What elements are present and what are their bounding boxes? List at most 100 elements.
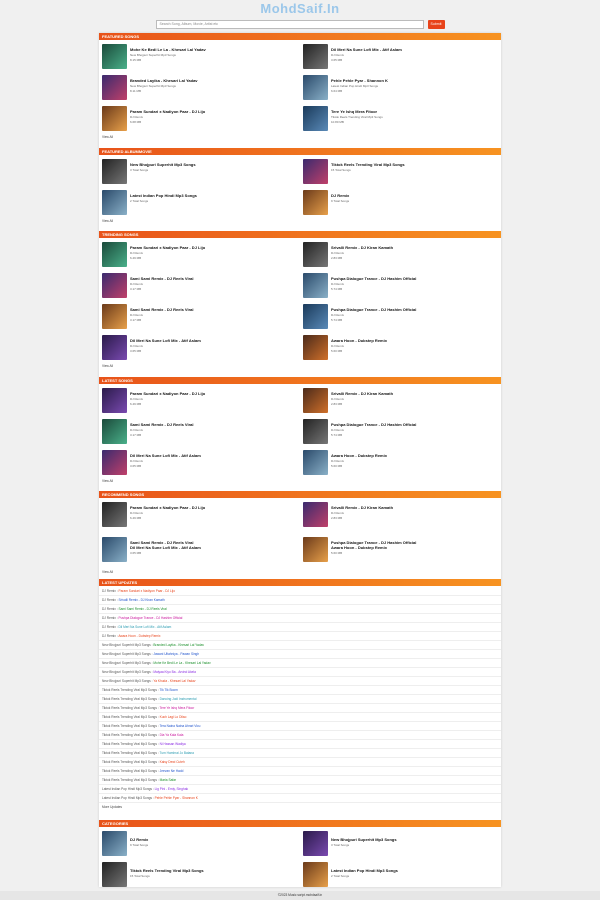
cover-thumbnail[interactable] — [303, 273, 328, 298]
cover-thumbnail[interactable] — [102, 44, 127, 69]
list-item[interactable]: Dil Meri Na Sune Lofi Mix - Atif Aslam DJ… — [300, 41, 500, 72]
cover-thumbnail[interactable] — [102, 502, 127, 527]
item-title[interactable]: Sami Sami Remix - DJ Reels Viral — [130, 422, 194, 427]
item-title[interactable]: Pushpa Dialogue Trance - DJ Hashim Offic… — [331, 276, 416, 281]
item-title[interactable]: Srivalli Remix - DJ Kiran Kamath — [331, 391, 393, 396]
update-link[interactable]: Ni Hassan Wadiya — [160, 742, 186, 746]
list-item[interactable]: Tere Ye Ishq Mera Fitoor Tiktok Reels Tre… — [300, 103, 500, 134]
list-item[interactable]: Pushpa Dialogue Trance - DJ Hashim Offic… — [300, 534, 500, 565]
item-title[interactable]: Mohe Ke Bedi Le La - Khesari Lal Yadav — [130, 47, 206, 52]
list-item[interactable]: Pushpa Dialogue Trance - DJ Hashim Offic… — [300, 301, 500, 332]
list-item[interactable]: Srivalli Remix - DJ Kiran Kamath DJ Remix… — [300, 499, 500, 530]
list-item[interactable]: Srivalli Remix - DJ Kiran Kamath DJ Remix… — [300, 385, 500, 416]
update-link[interactable]: Tera Naina Naina Ahrari Vicu — [160, 724, 201, 728]
update-link[interactable]: Tere Ye Ishq Mera Fitoor — [160, 706, 195, 710]
update-row[interactable]: New Bhojpuri Superhit Mp3 Songs : Ya Khu… — [99, 677, 501, 686]
item-title[interactable]: Latest Indian Pop Hindi Mp3 Songs — [130, 193, 197, 198]
update-row[interactable]: Tiktok Reels Trending Viral Mp3 Songs : … — [99, 749, 501, 758]
list-item[interactable]: Mohe Ke Bedi Le La - Khesari Lal Yadav Ne… — [99, 41, 299, 72]
item-title[interactable]: Sami Sami Remix - DJ Reels Viral — [130, 276, 194, 281]
update-row[interactable]: DJ Remix : Sami Sami Remix - DJ Reels Vi… — [99, 605, 501, 614]
cover-thumbnail[interactable] — [102, 419, 127, 444]
update-row[interactable]: DJ Remix : Param Sundari x Nadiyon Paar … — [99, 587, 501, 596]
list-item[interactable]: Param Sundari x Nadiyon Paar - DJ Lijo DJ… — [99, 385, 299, 416]
cover-thumbnail[interactable] — [102, 242, 127, 267]
category-thumbnail[interactable] — [102, 862, 127, 887]
category-title[interactable]: Tiktok Reels Trending Viral Mp3 Songs — [130, 868, 204, 873]
view-all-link[interactable]: View All — [102, 219, 113, 223]
list-item[interactable]: Sami Sami Remix - DJ Reels Viral DJ Remix… — [99, 301, 299, 332]
cover-thumbnail[interactable] — [303, 419, 328, 444]
item-title[interactable]: Pushpa Dialogue Trance - DJ Hashim Offic… — [331, 422, 416, 427]
search-input[interactable]: Search Song, Album, Movie, Artist etc — [155, 19, 424, 29]
update-link[interactable]: Jawani Ultahniya - Pawan Singh — [153, 652, 199, 656]
update-link[interactable]: Kaisy Dewi Cuteh — [160, 760, 185, 764]
cover-thumbnail[interactable] — [303, 450, 328, 475]
list-item[interactable]: Latest Indian Pop Hindi Mp3 Songs 2 Total… — [99, 187, 299, 218]
list-item[interactable]: Sami Sami Remix - DJ Reels Viral Dil Meri… — [99, 534, 299, 565]
list-item[interactable]: Sami Sami Remix - DJ Reels Viral DJ Remix… — [99, 270, 299, 301]
category-thumbnail[interactable] — [303, 831, 328, 856]
update-row[interactable]: Tiktok Reels Trending Viral Mp3 Songs : … — [99, 731, 501, 740]
update-link[interactable]: Tum Hamhrai Jo Batana — [160, 751, 194, 755]
cover-thumbnail[interactable] — [303, 304, 328, 329]
list-item[interactable]: Branded Layika - Khesari Lal Yadav New Bh… — [99, 72, 299, 103]
update-link[interactable]: Maiyaa Kiyo Ba - Arvind Akela — [153, 670, 196, 674]
update-row[interactable]: New Bhojpuri Superhit Mp3 Songs : Maiyaa… — [99, 668, 501, 677]
category-thumbnail[interactable] — [303, 862, 328, 887]
item-title[interactable]: Pehle Pehle Pyar - Shannon K — [331, 78, 388, 83]
view-all-link[interactable]: View All — [102, 135, 113, 139]
cover-thumbnail[interactable] — [303, 335, 328, 360]
view-all-link[interactable]: View All — [102, 479, 113, 483]
cover-thumbnail[interactable] — [102, 190, 127, 215]
category-item[interactable]: Tiktok Reels Trending Viral Mp3 Songs 15 … — [99, 859, 299, 890]
list-item[interactable]: Awara Hoon - Dubstep Remix DJ Remix 5.60 M… — [300, 447, 500, 478]
view-all-link[interactable]: View All — [102, 570, 113, 574]
update-link[interactable]: Dancing Jodi Instrumental — [160, 697, 197, 701]
update-link[interactable]: Awara Hoon - Dubstep Remix — [118, 634, 160, 638]
cover-thumbnail[interactable] — [102, 75, 127, 100]
item-title[interactable]: Srivalli Remix - DJ Kiran Kamath — [331, 245, 393, 250]
item-title[interactable]: Tere Ye Ishq Mera Fitoor — [331, 109, 377, 114]
cover-thumbnail[interactable] — [102, 304, 127, 329]
cover-thumbnail[interactable] — [303, 388, 328, 413]
cover-thumbnail[interactable] — [303, 75, 328, 100]
item-title[interactable]: Param Sundari x Nadiyon Paar - DJ Lijo — [130, 245, 205, 250]
item-title[interactable]: Param Sundari x Nadiyon Paar - DJ Lijo — [130, 505, 205, 510]
list-item[interactable]: Sami Sami Remix - DJ Reels Viral DJ Remix… — [99, 416, 299, 447]
cover-thumbnail[interactable] — [102, 106, 127, 131]
update-row[interactable]: Tiktok Reels Trending Viral Mp3 Songs : … — [99, 713, 501, 722]
update-row[interactable]: New Bhojpuri Superhit Mp3 Songs : Brande… — [99, 641, 501, 650]
update-row[interactable]: DJ Remix : Awara Hoon - Dubstep Remix — [99, 632, 501, 641]
update-link[interactable]: Dil Meri Na Sune Lofi Mix - Atif Aslam — [118, 625, 171, 629]
cover-thumbnail[interactable] — [102, 159, 127, 184]
list-item[interactable]: Dil Meri Na Sune Lofi Mix - Atif Aslam DJ… — [99, 447, 299, 478]
category-title[interactable]: DJ Remix — [130, 837, 148, 842]
update-row[interactable]: Latest Indian Pop Hindi Mp3 Songs : Pehl… — [99, 794, 501, 803]
update-row[interactable]: DJ Remix : Pushpa Dialogue Trance - DJ H… — [99, 614, 501, 623]
item-title[interactable]: Dil Meri Na Sune Lofi Mix - Atif Aslam — [130, 453, 201, 458]
update-row[interactable]: Tiktok Reels Trending Viral Mp3 Songs : … — [99, 695, 501, 704]
cover-thumbnail[interactable] — [303, 106, 328, 131]
update-row[interactable]: New Bhojpuri Superhit Mp3 Songs : Mohe K… — [99, 659, 501, 668]
update-link[interactable]: Branded Layika - Khesari Lal Yadav — [153, 643, 204, 647]
update-link[interactable]: Maria Safar — [160, 778, 176, 782]
cover-thumbnail[interactable] — [102, 335, 127, 360]
item-title[interactable]: New Bhojpuri Superhit Mp3 Songs — [130, 162, 196, 167]
search-submit-button[interactable]: Submit — [427, 19, 445, 29]
update-row[interactable]: Tiktok Reels Trending Viral Mp3 Songs : … — [99, 776, 501, 785]
cover-thumbnail[interactable] — [303, 502, 328, 527]
category-item[interactable]: DJ Remix 9 Total Songs — [99, 828, 299, 859]
category-item[interactable]: New Bhojpuri Superhit Mp3 Songs 3 Total S… — [300, 828, 500, 859]
update-row[interactable]: Tiktok Reels Trending Viral Mp3 Songs : … — [99, 758, 501, 767]
update-row[interactable]: Tiktok Reels Trending Viral Mp3 Songs : … — [99, 686, 501, 695]
update-link[interactable]: Ya Khuda - Khesari Lal Yadav — [153, 679, 195, 683]
update-row[interactable]: Tiktok Reels Trending Viral Mp3 Songs : … — [99, 767, 501, 776]
item-title[interactable]: Dil Meri Na Sune Lofi Mix - Atif Aslam — [331, 47, 402, 52]
list-item[interactable]: Param Sundari x Nadiyon Paar - DJ Lijo DJ… — [99, 103, 299, 134]
list-item[interactable]: New Bhojpuri Superhit Mp3 Songs 3 Total S… — [99, 156, 299, 187]
list-item[interactable]: Pehle Pehle Pyar - Shannon K Latest India… — [300, 72, 500, 103]
list-item[interactable]: Srivalli Remix - DJ Kiran Kamath DJ Remix… — [300, 239, 500, 270]
update-link[interactable]: Srivalli Remix - DJ Kiran Kamath — [118, 598, 164, 602]
cover-thumbnail[interactable] — [102, 388, 127, 413]
